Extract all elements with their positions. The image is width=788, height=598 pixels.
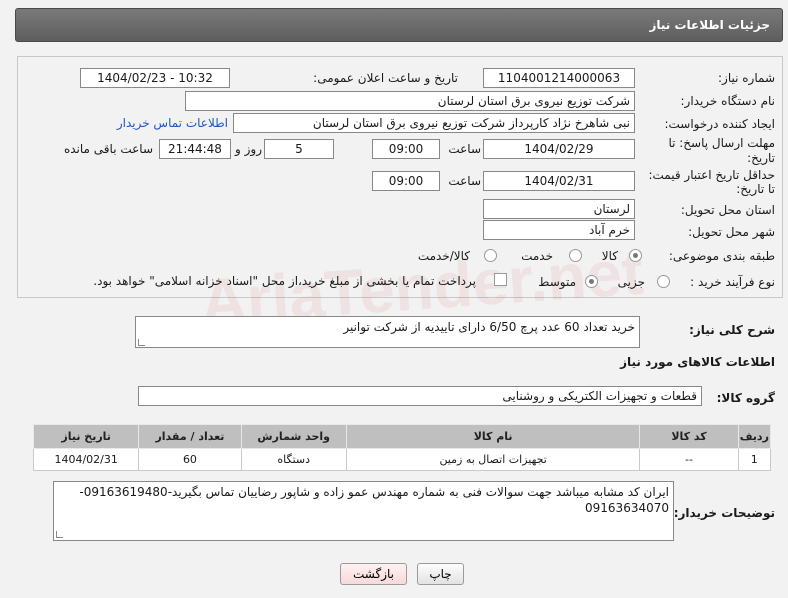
city-field[interactable]: خرم آباد xyxy=(483,220,635,240)
buyer-org-label: نام دستگاه خریدار: xyxy=(680,94,776,108)
category-option-service: خدمت xyxy=(521,249,553,263)
process-option-minor: جزیی xyxy=(617,275,645,289)
cell-name: تجهیزات اتصال به زمین xyxy=(345,448,641,471)
page-title: جزئیات اطلاعات نیاز xyxy=(649,18,770,32)
days-remaining-field[interactable]: 5 xyxy=(264,139,334,159)
process-radio-minor[interactable] xyxy=(657,275,670,288)
resize-handle-icon[interactable] xyxy=(138,339,145,346)
cell-unit: دستگاه xyxy=(240,448,347,471)
goods-group-field[interactable]: قطعات و تجهیزات الکتریکی و روشنایی xyxy=(138,386,702,406)
category-label: طبقه بندی موضوعی: xyxy=(668,249,775,263)
need-number-label: شماره نیاز: xyxy=(718,71,775,85)
time-remaining-label: ساعت باقی مانده xyxy=(63,142,153,156)
city-label: شهر محل تحویل: xyxy=(688,225,775,239)
category-radio-service[interactable] xyxy=(569,249,582,262)
col-qty: تعداد / مقدار xyxy=(138,424,242,449)
validity-label-date: تا تاریخ: xyxy=(736,182,775,196)
province-field[interactable]: لرستان xyxy=(483,199,635,219)
process-radio-medium[interactable] xyxy=(585,275,598,288)
buyer-contact-link[interactable]: اطلاعات تماس خریدار xyxy=(117,116,228,130)
col-need-date: تاریخ نیاز xyxy=(32,424,140,449)
deadline-time-label: ساعت xyxy=(448,142,481,156)
goods-group-label: گروه کالا: xyxy=(716,391,775,405)
col-row: ردیف xyxy=(737,424,772,449)
validity-time-label: ساعت xyxy=(448,174,481,188)
print-button[interactable]: چاپ xyxy=(417,563,464,585)
validity-label: حداقل تاریخ اعتبار قیمت: xyxy=(648,168,775,182)
deadline-date-field[interactable]: 1404/02/29 xyxy=(483,139,635,159)
description-label: شرح کلی نیاز: xyxy=(689,323,775,337)
category-option-goods: کالا xyxy=(601,249,618,263)
deadline-time-field[interactable]: 09:00 xyxy=(372,139,440,159)
treasury-payment-text: پرداخت تمام یا بخشی از مبلغ خرید،از محل … xyxy=(93,274,476,288)
announce-datetime-field[interactable]: 1404/02/23 - 10:32 xyxy=(80,68,230,88)
time-remaining-field[interactable]: 21:44:48 xyxy=(159,139,231,159)
cell-need-date: 1404/02/31 xyxy=(32,448,140,471)
cell-row: 1 xyxy=(737,448,772,471)
resize-handle-icon[interactable] xyxy=(56,531,63,538)
process-label: نوع فرآیند خرید : xyxy=(690,275,775,289)
buyer-notes-textarea[interactable]: ایران کد مشابه میباشد جهت سوالات فنی به … xyxy=(53,481,674,541)
cell-code: -- xyxy=(639,448,739,471)
col-unit: واحد شمارش xyxy=(240,424,347,449)
buyer-notes-label: توضیحات خریدار: xyxy=(673,506,775,520)
col-code: کد کالا xyxy=(639,424,739,449)
process-option-medium: متوسط xyxy=(538,275,576,289)
creator-field[interactable]: نبی شاهرخ نژاد کارپرداز شرکت توزیع نیروی… xyxy=(233,113,635,133)
province-label: استان محل تحویل: xyxy=(680,203,775,217)
need-number-field[interactable]: 1104001214000063 xyxy=(483,68,635,88)
back-button[interactable]: بازگشت xyxy=(340,563,407,585)
validity-time-field[interactable]: 09:00 xyxy=(372,171,440,191)
goods-table: ردیف کد کالا نام کالا واحد شمارش تعداد /… xyxy=(32,424,772,471)
cell-qty: 60 xyxy=(138,448,242,471)
validity-date-field[interactable]: 1404/02/31 xyxy=(483,171,635,191)
category-radio-goods[interactable] xyxy=(629,249,642,262)
buyer-org-field[interactable]: شرکت توزیع نیروی برق استان لرستان xyxy=(185,91,635,111)
col-name: نام کالا xyxy=(345,424,641,449)
deadline-label: مهلت ارسال پاسخ: تا xyxy=(668,136,775,150)
goods-section-title: اطلاعات کالاهای مورد نیاز xyxy=(620,355,775,369)
goods-table-header: ردیف کد کالا نام کالا واحد شمارش تعداد /… xyxy=(32,424,772,449)
creator-label: ایجاد کننده درخواست: xyxy=(664,117,775,131)
category-option-both: کالا/خدمت xyxy=(417,249,470,263)
page-header: جزئیات اطلاعات نیاز xyxy=(15,8,783,42)
table-row[interactable]: 1 -- تجهیزات اتصال به زمین دستگاه 60 140… xyxy=(32,448,772,471)
description-textarea[interactable]: خرید تعداد 60 عدد پرچ 6/50 دارای تاییدیه… xyxy=(135,316,640,348)
announce-datetime-label: تاریخ و ساعت اعلان عمومی: xyxy=(313,71,458,85)
category-radio-both[interactable] xyxy=(484,249,497,262)
deadline-label-date: تاریخ: xyxy=(747,151,775,165)
days-label: روز و xyxy=(235,142,262,156)
treasury-payment-checkbox[interactable] xyxy=(494,273,507,286)
